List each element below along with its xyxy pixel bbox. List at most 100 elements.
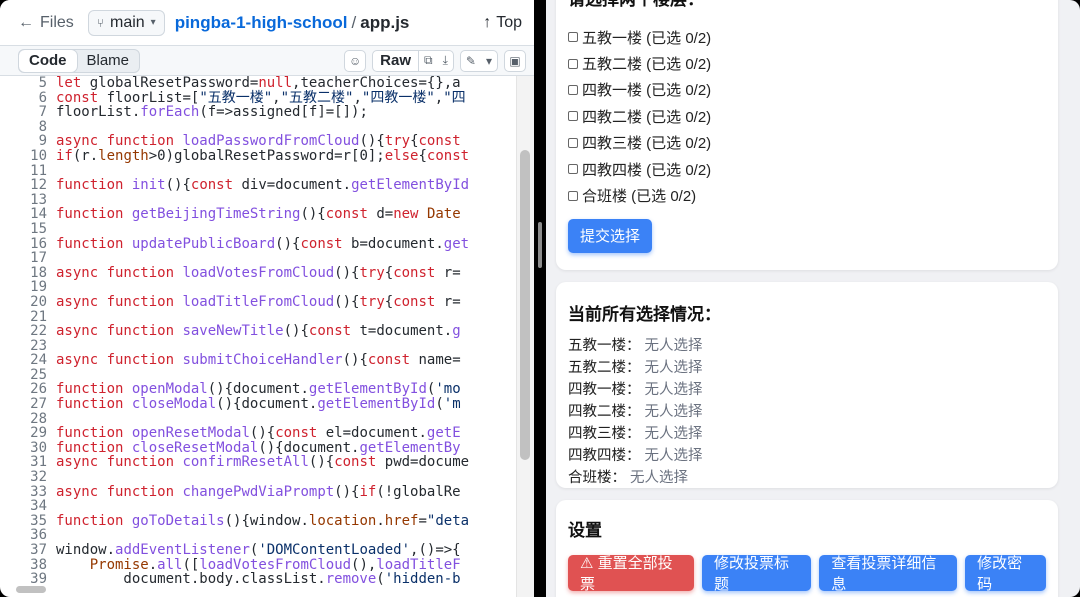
- floor-checkbox[interactable]: [568, 111, 578, 122]
- code-text: function getBeijingTimeString(){const d=…: [56, 206, 461, 223]
- resize-handle[interactable]: [538, 222, 542, 268]
- line-number[interactable]: 35: [18, 514, 56, 529]
- floor-option[interactable]: 五教二楼 (已选 0/2): [568, 50, 1046, 76]
- line-number[interactable]: 39: [18, 572, 56, 587]
- line-number[interactable]: 9: [18, 134, 56, 149]
- split-divider[interactable]: [534, 0, 546, 597]
- line-number[interactable]: 30: [18, 441, 56, 456]
- floor-option[interactable]: 四教四楼 (已选 0/2): [568, 156, 1046, 182]
- status-value: 无人选择: [644, 404, 703, 420]
- reset-all-button[interactable]: ⚠ 重置全部投票: [568, 555, 695, 593]
- vertical-scrollbar[interactable]: [520, 150, 530, 460]
- status-floor: 四教一楼：: [568, 382, 641, 398]
- line-number[interactable]: 36: [18, 528, 56, 543]
- line-number[interactable]: 32: [18, 470, 56, 485]
- raw-button[interactable]: Raw: [373, 50, 420, 71]
- code-line: 23: [18, 339, 508, 354]
- line-number[interactable]: 5: [18, 76, 56, 91]
- floor-option[interactable]: 五教一楼 (已选 0/2): [568, 24, 1046, 50]
- floor-option-label: 五教一楼 (已选 0/2): [582, 29, 712, 47]
- status-value: 无人选择: [644, 338, 703, 354]
- line-number[interactable]: 31: [18, 455, 56, 470]
- settings-buttons: ⚠ 重置全部投票 修改投票标题 查看投票详细信息 修改密码: [568, 555, 1046, 593]
- repo-link[interactable]: pingba-1-high-school: [175, 13, 348, 33]
- floor-option-label: 四教一楼 (已选 0/2): [582, 82, 712, 100]
- code-text: function init(){const div=document.getEl…: [56, 177, 470, 194]
- line-number[interactable]: 20: [18, 295, 56, 310]
- code-text: let globalResetPassword=null,teacherChoi…: [56, 76, 461, 91]
- status-title: 当前所有选择情况：: [568, 305, 721, 324]
- floor-option[interactable]: 四教一楼 (已选 0/2): [568, 77, 1046, 103]
- copy-icon[interactable]: ⧉: [419, 51, 438, 71]
- line-number[interactable]: 18: [18, 266, 56, 281]
- files-toggle-button[interactable]: ← Files: [12, 10, 80, 36]
- line-number[interactable]: 21: [18, 309, 56, 325]
- code-text: Promise.all([loadVotesFromCloud(),loadTi…: [89, 556, 461, 573]
- code-line: 6 const floorList=["五教一楼","五教二楼","四教一楼","…: [18, 90, 508, 106]
- file-name: app.js: [360, 12, 410, 32]
- floor-checkbox[interactable]: [568, 84, 578, 95]
- submit-choice-button[interactable]: 提交选择: [568, 218, 653, 253]
- floor-option[interactable]: 四教二楼 (已选 0/2): [568, 103, 1046, 129]
- line-number[interactable]: 17: [18, 251, 56, 266]
- code-line: 36: [18, 528, 508, 543]
- line-number[interactable]: 22: [18, 324, 56, 339]
- floor-option[interactable]: 四教三楼 (已选 0/2): [568, 130, 1046, 156]
- line-number[interactable]: 26: [18, 382, 56, 397]
- tab-code[interactable]: Code: [19, 49, 77, 72]
- code-line: 38 Promise.all([loadVotesFromCloud(),loa…: [18, 556, 508, 573]
- copilot-icon[interactable]: ☺: [344, 49, 367, 72]
- line-number[interactable]: 10: [18, 149, 56, 164]
- branch-name: main: [109, 13, 145, 31]
- code-text: window.addEventListener('DOMContentLoade…: [56, 542, 461, 558]
- floor-checkbox[interactable]: [568, 137, 578, 148]
- symbols-panel-icon[interactable]: ▣: [504, 49, 526, 72]
- line-number[interactable]: 12: [18, 178, 56, 193]
- download-icon[interactable]: ⤓: [438, 51, 453, 71]
- branch-selector[interactable]: ⑂ main ▾: [87, 9, 165, 36]
- edit-title-button[interactable]: 修改投票标题: [702, 555, 812, 593]
- change-password-button[interactable]: 修改密码: [965, 555, 1046, 593]
- line-number[interactable]: 23: [18, 339, 56, 354]
- tab-blame[interactable]: Blame: [77, 50, 140, 72]
- line-number[interactable]: 14: [18, 207, 56, 222]
- floor-checkbox[interactable]: [568, 32, 578, 43]
- line-number[interactable]: 13: [18, 193, 56, 208]
- floor-checkbox[interactable]: [568, 190, 578, 201]
- status-value: 无人选择: [644, 426, 703, 442]
- floor-option-label: 四教三楼 (已选 0/2): [582, 135, 712, 153]
- floor-checkbox[interactable]: [568, 164, 578, 175]
- line-number[interactable]: 16: [18, 236, 56, 252]
- code-view[interactable]: 5 let globalResetPassword=null,teacherCho…: [18, 76, 508, 597]
- floor-checkbox[interactable]: [568, 58, 578, 69]
- line-number[interactable]: 29: [18, 426, 56, 441]
- code-text: async function saveNewTitle(){const t=do…: [56, 323, 461, 340]
- line-number[interactable]: 38: [18, 557, 56, 573]
- chevron-down-icon[interactable]: ▾: [481, 51, 497, 71]
- line-number[interactable]: 7: [18, 105, 56, 120]
- line-number[interactable]: 19: [18, 280, 56, 295]
- pencil-icon[interactable]: ✎: [461, 51, 481, 71]
- horizontal-scrollbar[interactable]: [16, 586, 46, 593]
- line-number[interactable]: 27: [18, 397, 56, 412]
- breadcrumb: pingba-1-high-school / app.js: [175, 13, 410, 33]
- line-number[interactable]: 6: [18, 90, 56, 106]
- line-number[interactable]: 24: [18, 353, 56, 368]
- line-number[interactable]: 11: [18, 163, 56, 179]
- code-line: 17: [18, 251, 508, 266]
- line-number[interactable]: 34: [18, 499, 56, 514]
- status-row: 五教二楼： 无人选择: [568, 357, 1046, 379]
- line-number[interactable]: 25: [18, 368, 56, 383]
- line-number[interactable]: 37: [18, 543, 56, 558]
- line-number[interactable]: 33: [18, 485, 56, 500]
- code-line: 11: [18, 163, 508, 179]
- line-number[interactable]: 15: [18, 222, 56, 237]
- line-number[interactable]: 8: [18, 120, 56, 135]
- status-list: 五教一楼： 无人选择 五教二楼： 无人选择 四教一楼： 无人选择 四教二楼： 无人选择 四教三楼…: [568, 335, 1046, 489]
- code-text: function closeResetModal(){document.getE…: [56, 439, 461, 456]
- code-text: async function loadVotesFromCloud(){try{…: [56, 264, 461, 281]
- top-button[interactable]: ↑ Top: [483, 14, 522, 32]
- view-details-button[interactable]: 查看投票详细信息: [819, 555, 958, 593]
- floor-option[interactable]: 合班楼 (已选 0/2): [568, 182, 1046, 208]
- line-number[interactable]: 28: [18, 412, 56, 427]
